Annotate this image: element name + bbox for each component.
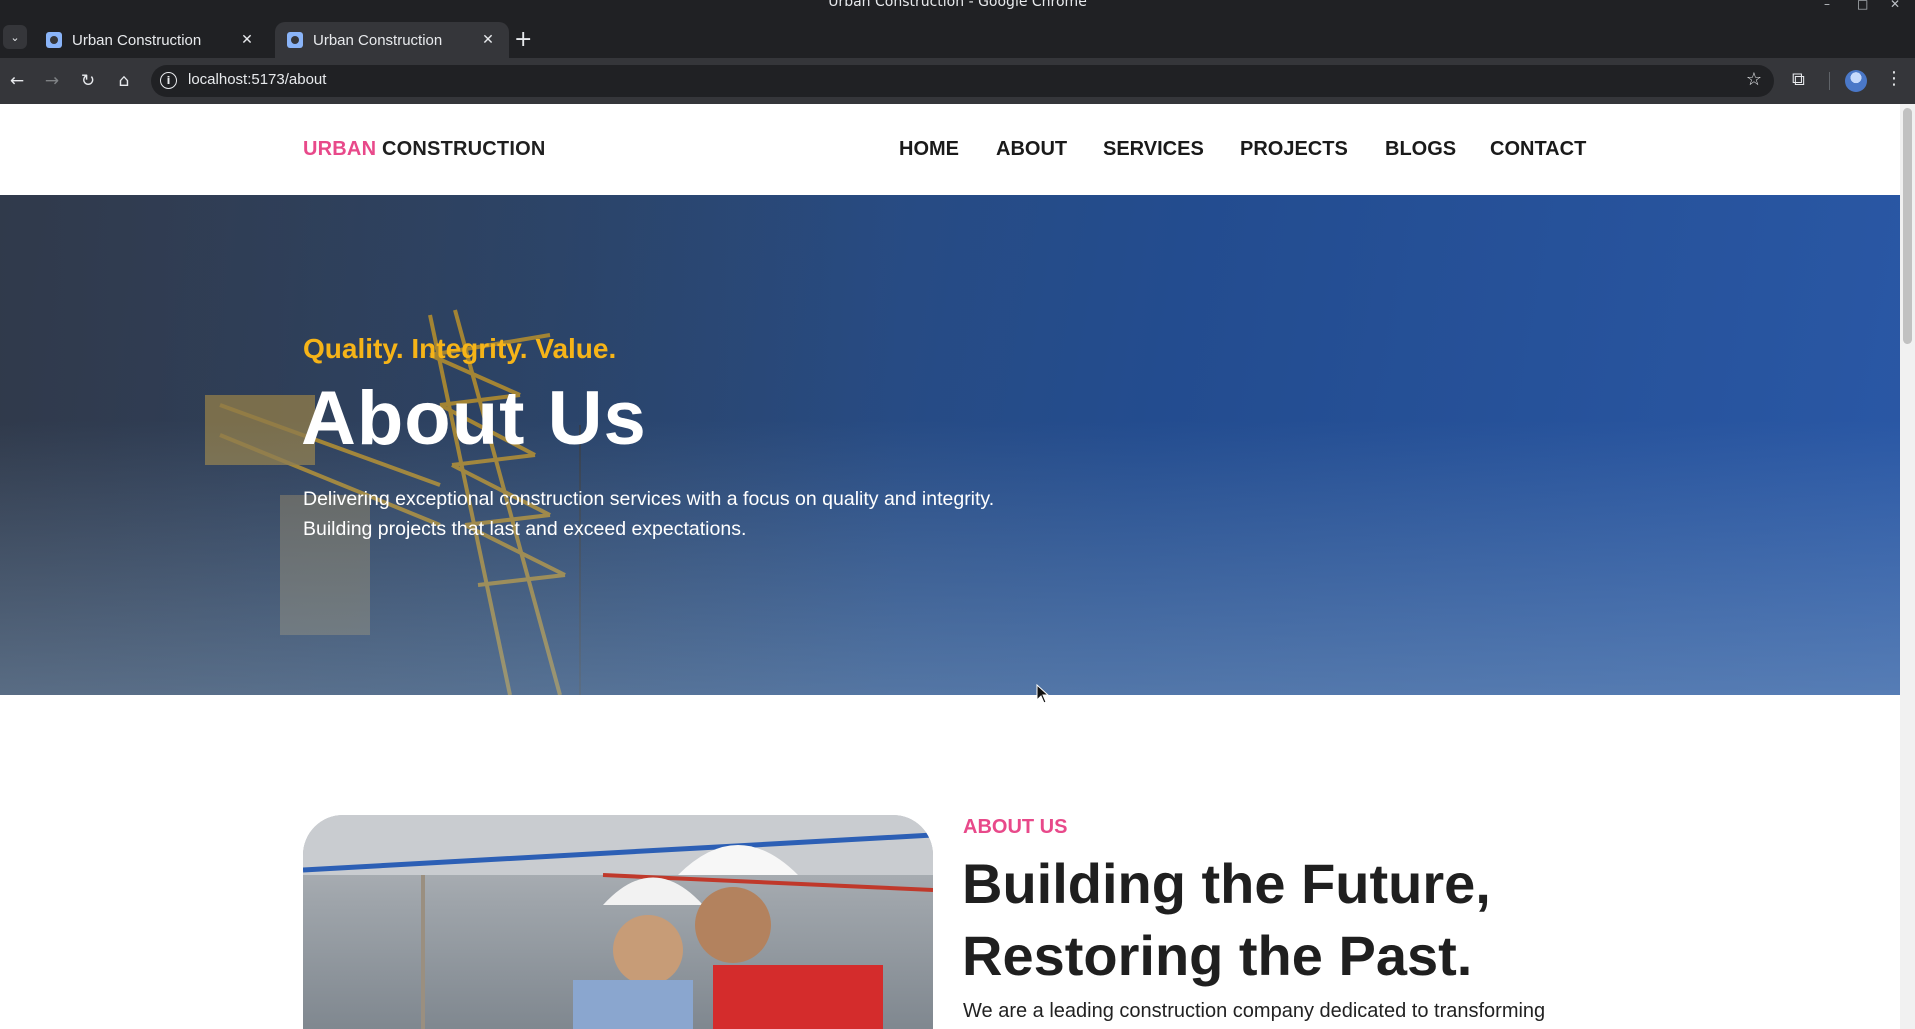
tab-inactive[interactable]: Urban Construction ✕ xyxy=(34,22,268,58)
about-heading: Building the Future, Restoring the Past. xyxy=(962,848,1662,992)
hero-banner: Quality. Integrity. Value. About Us Deli… xyxy=(0,195,1900,695)
url-text[interactable]: localhost:5173/about xyxy=(188,71,326,88)
about-paragraph: We are a leading construction company de… xyxy=(963,1000,1546,1022)
bookmark-star-icon[interactable]: ☆ xyxy=(1746,69,1762,90)
tab-active[interactable]: Urban Construction ✕ xyxy=(275,22,509,58)
page-scrollbar[interactable] xyxy=(1900,104,1915,1029)
nav-services[interactable]: SERVICES xyxy=(1103,138,1204,161)
hero-description-line: Delivering exceptional construction serv… xyxy=(303,488,995,510)
new-tab-icon[interactable]: + xyxy=(514,29,532,51)
nav-home[interactable]: HOME xyxy=(899,138,959,161)
favicon-icon xyxy=(287,32,303,48)
nav-about[interactable]: ABOUT xyxy=(996,138,1067,161)
about-heading-line: Building the Future, xyxy=(962,852,1491,915)
maximize-icon[interactable]: □ xyxy=(1857,0,1868,11)
close-tab-icon[interactable]: ✕ xyxy=(238,32,256,48)
hero-description-line: Building projects that last and exceed e… xyxy=(303,518,747,540)
nav-blogs[interactable]: BLOGS xyxy=(1385,138,1456,161)
tab-label: Urban Construction xyxy=(72,31,202,49)
back-icon[interactable]: ← xyxy=(4,68,30,94)
address-bar[interactable]: i localhost:5173/about ☆ xyxy=(151,65,1774,97)
close-window-icon[interactable]: ✕ xyxy=(1890,0,1900,11)
extensions-icon[interactable]: ⧉ xyxy=(1792,69,1805,90)
hero-tagline: Quality. Integrity. Value. xyxy=(303,333,617,364)
scrollbar-thumb[interactable] xyxy=(1903,108,1912,344)
about-photo xyxy=(303,815,933,1029)
hero-description: Delivering exceptional construction serv… xyxy=(303,484,1103,544)
page-title: About Us xyxy=(301,376,647,461)
reload-icon[interactable]: ↻ xyxy=(75,68,101,94)
site-header: URBAN CONSTRUCTION HOME ABOUT SERVICES P… xyxy=(0,104,1900,195)
mouse-cursor-icon xyxy=(1036,684,1050,704)
tab-search-button[interactable]: ⌄ xyxy=(3,25,27,49)
home-icon[interactable]: ⌂ xyxy=(111,68,137,94)
favicon-icon xyxy=(46,32,62,48)
window-titlebar: Urban Construction - Google Chrome – □ ✕ xyxy=(0,0,1915,16)
more-menu-icon[interactable]: ⋮ xyxy=(1885,68,1903,89)
window-title: Urban Construction - Google Chrome xyxy=(828,0,1087,10)
logo-accent: URBAN xyxy=(303,138,377,160)
chevron-down-icon: ⌄ xyxy=(10,30,20,44)
browser-toolbar: ← → ↻ ⌂ i localhost:5173/about ☆ ⧉ ⋮ xyxy=(0,58,1915,104)
tab-strip: ⌄ Urban Construction ✕ Urban Constructio… xyxy=(0,16,1915,58)
page-viewport: URBAN CONSTRUCTION HOME ABOUT SERVICES P… xyxy=(0,104,1900,1029)
hero-overlay xyxy=(0,195,1900,695)
site-logo[interactable]: URBAN CONSTRUCTION xyxy=(303,138,546,161)
about-heading-line: Restoring the Past. xyxy=(962,924,1473,987)
nav-contact[interactable]: CONTACT xyxy=(1490,138,1586,161)
about-eyebrow: ABOUT US xyxy=(963,816,1068,838)
workers-photo-illustration xyxy=(303,815,933,1029)
site-info-icon[interactable]: i xyxy=(160,72,177,89)
toolbar-divider xyxy=(1829,72,1830,90)
forward-icon[interactable]: → xyxy=(39,68,65,94)
profile-avatar[interactable] xyxy=(1845,70,1867,92)
minimize-icon[interactable]: – xyxy=(1824,0,1830,11)
close-tab-icon[interactable]: ✕ xyxy=(479,32,497,48)
tab-label: Urban Construction xyxy=(313,31,443,49)
logo-main: CONSTRUCTION xyxy=(381,138,546,160)
nav-projects[interactable]: PROJECTS xyxy=(1240,138,1348,161)
